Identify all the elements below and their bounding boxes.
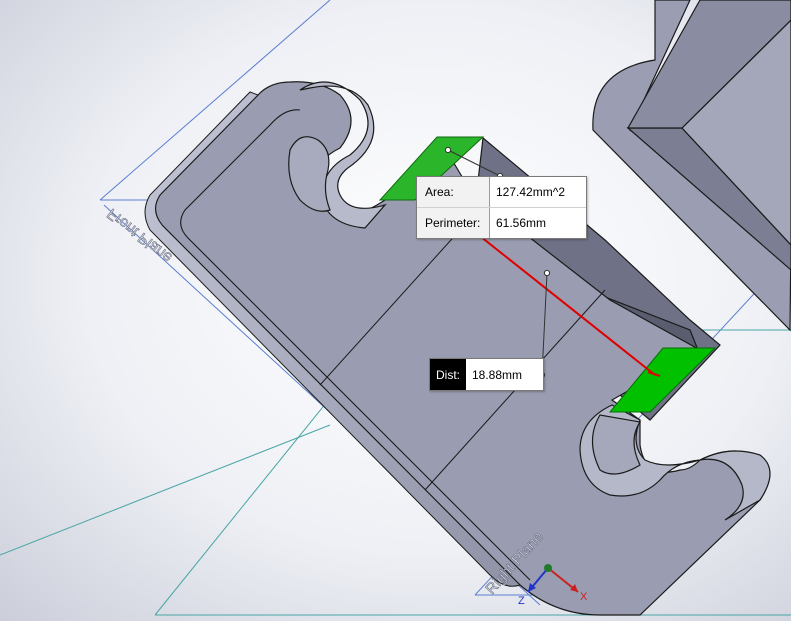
area-label: Area: — [417, 177, 490, 208]
triad-z-label: Z — [518, 595, 525, 607]
perimeter-label: Perimeter: — [417, 207, 490, 238]
area-value: 127.42mm^2 — [489, 177, 586, 208]
area-perimeter-callout[interactable]: Area: 127.42mm^2 Perimeter: 61.56mm — [416, 176, 587, 239]
distance-value: 18.88mm — [472, 367, 523, 382]
triad-origin — [544, 564, 552, 572]
distance-callout[interactable]: Dist: 18.88mm — [429, 358, 544, 391]
cad-viewport[interactable]: Front Plane Right Plane X Z — [0, 0, 791, 621]
perimeter-value: 61.56mm — [496, 216, 547, 230]
distance-label: Dist: — [430, 359, 466, 390]
triad-x-label: X — [580, 591, 588, 603]
